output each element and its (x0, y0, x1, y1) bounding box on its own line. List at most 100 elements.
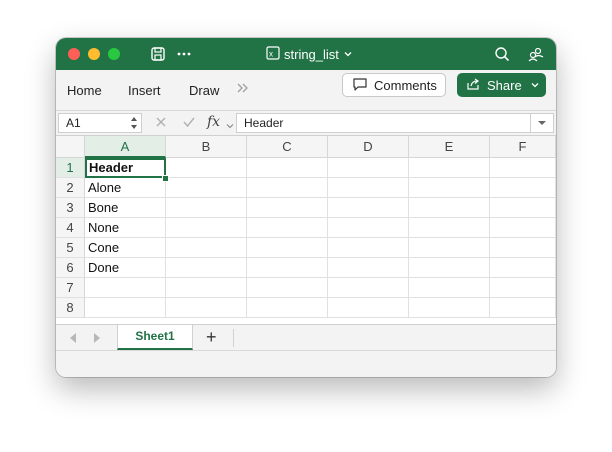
row-header-4[interactable]: 4 (56, 218, 85, 238)
sheet-tab-bar: Sheet1 + (56, 324, 556, 351)
spreadsheet-grid[interactable]: A B C D E F 1 2 3 4 5 6 7 8 Header Alone… (56, 136, 556, 324)
sheet-tab-sheet1[interactable]: Sheet1 (117, 325, 193, 350)
cell-a4[interactable]: None (85, 218, 166, 238)
cell-d1[interactable] (328, 158, 409, 178)
cell-f5[interactable] (490, 238, 556, 258)
function-icon[interactable]: fx (207, 114, 220, 130)
cell-d6[interactable] (328, 258, 409, 278)
cell-b1[interactable] (166, 158, 247, 178)
minimize-window-button[interactable] (88, 48, 100, 60)
more-options-icon[interactable] (176, 46, 192, 62)
cell-a3[interactable]: Bone (85, 198, 166, 218)
cell-e7[interactable] (409, 278, 490, 298)
column-header-c[interactable]: C (247, 136, 328, 158)
cell-c7[interactable] (247, 278, 328, 298)
cell-a5[interactable]: Cone (85, 238, 166, 258)
cell-b6[interactable] (166, 258, 247, 278)
more-tabs-icon[interactable] (236, 82, 250, 97)
cell-d2[interactable] (328, 178, 409, 198)
cell-f6[interactable] (490, 258, 556, 278)
document-title[interactable]: x string_list (266, 46, 353, 63)
cell-f7[interactable] (490, 278, 556, 298)
cancel-icon[interactable] (154, 115, 168, 134)
cell-b8[interactable] (166, 298, 247, 318)
row-header-2[interactable]: 2 (56, 178, 85, 198)
tab-draw[interactable]: Draw (189, 83, 219, 98)
cell-a8[interactable] (85, 298, 166, 318)
row-header-6[interactable]: 6 (56, 258, 85, 278)
cell-e8[interactable] (409, 298, 490, 318)
column-header-e[interactable]: E (409, 136, 490, 158)
cell-b2[interactable] (166, 178, 247, 198)
add-sheet-button[interactable]: + (206, 327, 217, 348)
tab-home[interactable]: Home (67, 83, 102, 98)
cell-c1[interactable] (247, 158, 328, 178)
column-header-d[interactable]: D (328, 136, 409, 158)
cell-e6[interactable] (409, 258, 490, 278)
title-bar: x string_list (56, 38, 556, 70)
name-box[interactable]: A1 (58, 113, 142, 133)
search-icon[interactable] (494, 46, 510, 62)
excel-window: x string_list Home Insert Draw Comments (56, 38, 556, 377)
document-title-text: string_list (284, 47, 339, 62)
comments-label: Comments (374, 78, 437, 93)
cell-d3[interactable] (328, 198, 409, 218)
expand-formula-icon[interactable] (530, 114, 553, 132)
column-header-a[interactable]: A (85, 136, 166, 158)
cell-a2[interactable]: Alone (85, 178, 166, 198)
formula-value: Header (244, 116, 283, 130)
formula-bar: A1 fx Header (56, 111, 556, 136)
cell-b7[interactable] (166, 278, 247, 298)
cell-a6[interactable]: Done (85, 258, 166, 278)
cell-f1[interactable] (490, 158, 556, 178)
row-header-5[interactable]: 5 (56, 238, 85, 258)
share-button[interactable]: Share (457, 73, 546, 97)
cell-c5[interactable] (247, 238, 328, 258)
cell-d5[interactable] (328, 238, 409, 258)
cell-c4[interactable] (247, 218, 328, 238)
cell-f4[interactable] (490, 218, 556, 238)
cell-c3[interactable] (247, 198, 328, 218)
cell-e1[interactable] (409, 158, 490, 178)
cell-a7[interactable] (85, 278, 166, 298)
close-window-button[interactable] (68, 48, 80, 60)
cell-d4[interactable] (328, 218, 409, 238)
row-header-7[interactable]: 7 (56, 278, 85, 298)
tab-insert[interactable]: Insert (128, 83, 161, 98)
next-sheet-icon[interactable] (92, 331, 102, 349)
cell-a1[interactable]: Header (85, 158, 166, 178)
chevron-down-icon[interactable] (226, 117, 234, 135)
cell-c2[interactable] (247, 178, 328, 198)
cell-e4[interactable] (409, 218, 490, 238)
cell-b5[interactable] (166, 238, 247, 258)
cell-f2[interactable] (490, 178, 556, 198)
cell-e5[interactable] (409, 238, 490, 258)
confirm-check-icon[interactable] (182, 115, 196, 134)
column-header-b[interactable]: B (166, 136, 247, 158)
formula-input[interactable]: Header (236, 113, 554, 133)
cell-d7[interactable] (328, 278, 409, 298)
select-all-corner[interactable] (56, 136, 85, 158)
share-icon (466, 77, 481, 94)
cell-e3[interactable] (409, 198, 490, 218)
row-header-3[interactable]: 3 (56, 198, 85, 218)
row-header-8[interactable]: 8 (56, 298, 85, 318)
stepper-icon[interactable] (130, 115, 138, 136)
comments-button[interactable]: Comments (342, 73, 446, 97)
cell-b3[interactable] (166, 198, 247, 218)
zoom-window-button[interactable] (108, 48, 120, 60)
previous-sheet-icon[interactable] (68, 331, 78, 349)
cell-b4[interactable] (166, 218, 247, 238)
cell-f3[interactable] (490, 198, 556, 218)
cell-c6[interactable] (247, 258, 328, 278)
fill-handle[interactable] (162, 175, 169, 182)
row-header-1[interactable]: 1 (56, 158, 85, 178)
share-people-icon[interactable] (528, 46, 544, 62)
cell-f8[interactable] (490, 298, 556, 318)
column-header-f[interactable]: F (490, 136, 556, 158)
save-icon[interactable] (150, 46, 166, 62)
cell-d8[interactable] (328, 298, 409, 318)
cell-c8[interactable] (247, 298, 328, 318)
cell-e2[interactable] (409, 178, 490, 198)
chevron-down-icon (343, 47, 353, 62)
